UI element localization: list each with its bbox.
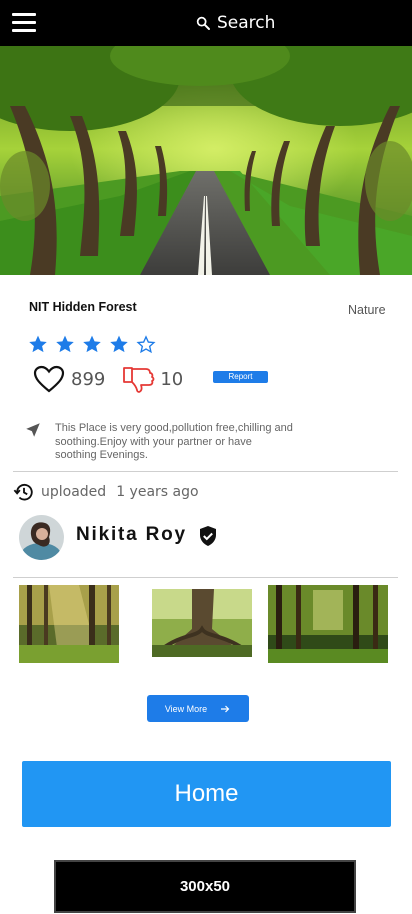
rating-stars[interactable] xyxy=(28,334,156,354)
history-icon xyxy=(13,483,33,501)
arrow-right-icon xyxy=(221,705,230,712)
gallery-thumbnail[interactable] xyxy=(19,585,119,663)
search-label: Search xyxy=(217,13,276,33)
verified-icon xyxy=(200,526,216,546)
uploaded-time: 1 years ago xyxy=(116,484,199,500)
view-more-button[interactable]: View More xyxy=(147,695,249,722)
dislike-count: 10 xyxy=(160,368,184,390)
star-outline-icon[interactable] xyxy=(136,334,156,354)
navigation-arrow-icon xyxy=(26,423,40,437)
report-button[interactable]: Report xyxy=(213,371,268,383)
star-filled-icon[interactable] xyxy=(55,334,75,354)
ad-banner[interactable]: 300x50 xyxy=(54,860,356,913)
like-count: 899 xyxy=(71,368,106,390)
place-description: This Place is very good,pollution free,c… xyxy=(55,422,293,461)
gallery-thumbnail[interactable] xyxy=(268,585,388,663)
divider xyxy=(13,577,398,578)
home-button[interactable]: Home xyxy=(22,761,391,827)
place-name: NIT Hidden Forest xyxy=(29,300,137,314)
user-name[interactable]: Nikita Roy xyxy=(76,524,187,546)
upload-info: uploaded 1 years ago xyxy=(13,481,199,503)
thumbs-down-icon[interactable] xyxy=(122,365,156,393)
view-more-label: View More xyxy=(164,703,208,714)
reaction-row: 899 10 xyxy=(33,365,183,393)
heart-icon[interactable] xyxy=(33,365,65,393)
avatar[interactable] xyxy=(19,515,64,560)
gallery-thumbnail[interactable] xyxy=(152,589,252,657)
top-app-bar: Search xyxy=(0,0,412,46)
uploaded-label: uploaded xyxy=(41,484,107,500)
star-filled-icon[interactable] xyxy=(82,334,102,354)
search-button[interactable]: Search xyxy=(195,11,275,35)
search-icon xyxy=(196,16,210,30)
star-filled-icon[interactable] xyxy=(109,334,129,354)
star-filled-icon[interactable] xyxy=(28,334,48,354)
divider xyxy=(13,471,398,472)
hamburger-menu-icon[interactable] xyxy=(12,13,36,33)
place-hero-image xyxy=(0,46,412,275)
place-category: Nature xyxy=(348,303,386,317)
